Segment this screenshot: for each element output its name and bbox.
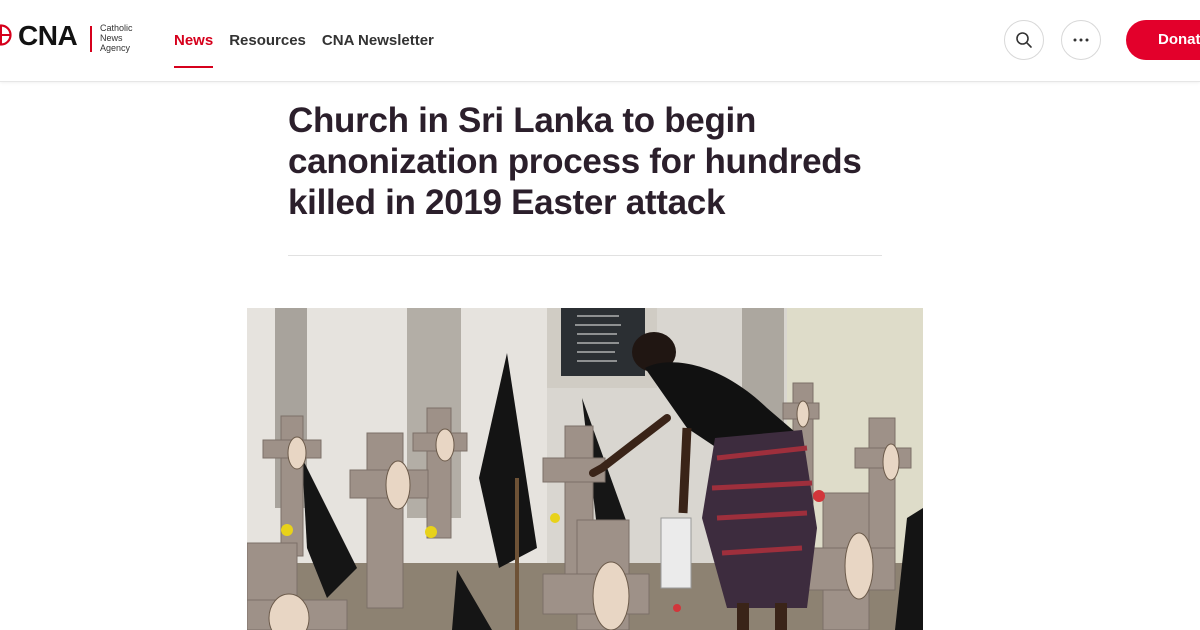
nav-cna-newsletter[interactable]: CNA Newsletter xyxy=(322,23,434,58)
donate-button[interactable]: Donate xyxy=(1126,20,1200,60)
globe-cross-icon xyxy=(0,24,12,46)
main-nav: News Resources CNA Newsletter xyxy=(174,0,434,81)
search-button[interactable] xyxy=(1004,20,1044,60)
more-button[interactable] xyxy=(1061,20,1101,60)
article-hero-image xyxy=(247,308,923,630)
site-header: CNA Catholic News Agency News Resources … xyxy=(0,0,1200,82)
memorial-photo-illustration xyxy=(247,308,923,630)
nav-resources[interactable]: Resources xyxy=(229,23,306,58)
article-headline: Church in Sri Lanka to begin canonizatio… xyxy=(288,101,862,222)
nav-news[interactable]: News xyxy=(174,23,214,68)
search-icon xyxy=(1016,32,1032,48)
headline-divider xyxy=(288,255,882,256)
logo-subtitle: Catholic News Agency xyxy=(100,23,133,53)
cna-logo[interactable]: CNA Catholic News Agency xyxy=(0,18,140,62)
logo-divider xyxy=(90,26,92,52)
logo-wordmark: CNA xyxy=(18,20,78,51)
more-horizontal-icon xyxy=(1073,38,1089,42)
